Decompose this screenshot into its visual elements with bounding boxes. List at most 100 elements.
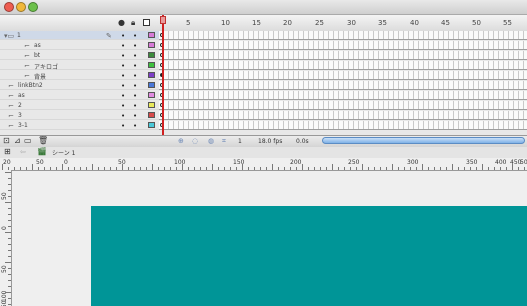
- lock-toggle[interactable]: •: [133, 32, 137, 40]
- add-guide-layer-icon[interactable]: ⊿: [14, 136, 21, 145]
- layer-outline-color-swatch[interactable]: [148, 52, 155, 58]
- visibility-toggle[interactable]: •: [121, 102, 125, 110]
- layer-outline-color-swatch[interactable]: [148, 72, 155, 78]
- layer-header[interactable]: ⌐ 3 • •: [0, 111, 159, 120]
- layer-name[interactable]: 1: [17, 32, 21, 39]
- layer-header[interactable]: ⌐ bt • •: [0, 51, 159, 60]
- layer-row[interactable]: ⌐ as • •: [0, 41, 527, 50]
- lock-toggle[interactable]: •: [133, 52, 137, 60]
- new-folder-icon[interactable]: ▭: [24, 136, 32, 145]
- layer-name[interactable]: 3-1: [18, 122, 28, 129]
- layer-row[interactable]: ⌐ as • •: [0, 91, 527, 100]
- layer-row[interactable]: ⌐ 背景 • •: [0, 71, 527, 81]
- ruler-tick: [26, 167, 27, 170]
- layer-name[interactable]: as: [18, 92, 25, 99]
- layer-frames[interactable]: [159, 111, 527, 120]
- layer-frames[interactable]: [159, 121, 527, 130]
- layer-outline-color-swatch[interactable]: [148, 32, 155, 38]
- ruler-tick: [350, 167, 351, 170]
- lock-toggle[interactable]: •: [133, 72, 137, 80]
- ruler-tick: [218, 167, 219, 170]
- layer-frames[interactable]: [159, 51, 527, 60]
- visibility-toggle[interactable]: •: [121, 62, 125, 70]
- layer-outline-color-swatch[interactable]: [148, 42, 155, 48]
- layer-name[interactable]: 背景: [34, 72, 46, 81]
- layer-header[interactable]: ⌐ as • •: [0, 91, 159, 100]
- scene-label[interactable]: シーン 1: [52, 148, 75, 157]
- layer-name[interactable]: linkBtn2: [18, 82, 43, 89]
- layer-row[interactable]: ▾▭ 1 ✎ • •: [0, 31, 527, 40]
- edit-multiple-frames-icon[interactable]: ⌗: [222, 137, 226, 146]
- layer-name[interactable]: 3: [18, 112, 22, 119]
- layer-header[interactable]: ⌐ アキロゴ • •: [0, 61, 159, 71]
- playhead[interactable]: [162, 15, 164, 135]
- close-window-button[interactable]: [4, 2, 14, 12]
- layer-row[interactable]: ⌐ 3-1 • •: [0, 121, 527, 130]
- lock-icon[interactable]: 🔒︎: [131, 18, 135, 28]
- lock-toggle[interactable]: •: [133, 102, 137, 110]
- layer-frames[interactable]: [159, 81, 527, 90]
- visibility-toggle[interactable]: •: [121, 72, 125, 80]
- ruler-tick: [92, 164, 93, 170]
- lock-toggle[interactable]: •: [133, 62, 137, 70]
- layer-name[interactable]: アキロゴ: [34, 62, 58, 71]
- visibility-toggle[interactable]: •: [121, 52, 125, 60]
- layer-outline-color-swatch[interactable]: [148, 102, 155, 108]
- onion-skin-outlines-icon[interactable]: ◍: [208, 137, 214, 145]
- layer-frames[interactable]: [159, 41, 527, 50]
- lock-toggle[interactable]: •: [133, 122, 137, 130]
- timeline-toggle-icon[interactable]: ⊞: [4, 147, 11, 156]
- ruler-tick: [14, 167, 15, 170]
- layer-header[interactable]: ⌐ as • •: [0, 41, 159, 50]
- onion-skin-icon[interactable]: ◌: [192, 137, 198, 145]
- layer-outline-color-swatch[interactable]: [148, 62, 155, 68]
- trash-icon[interactable]: 🗑︎: [38, 136, 48, 145]
- minimize-window-button[interactable]: [16, 2, 26, 12]
- layer-header[interactable]: ▾▭ 1 ✎ • •: [0, 31, 159, 40]
- layer-frames[interactable]: [159, 101, 527, 110]
- layer-outline-color-swatch[interactable]: [148, 92, 155, 98]
- lock-toggle[interactable]: •: [133, 82, 137, 90]
- layer-row[interactable]: ⌐ linkBtn2 • •: [0, 81, 527, 90]
- lock-toggle[interactable]: •: [133, 112, 137, 120]
- layer-frames[interactable]: [159, 91, 527, 100]
- new-layer-icon[interactable]: ⊡: [3, 136, 10, 145]
- visibility-toggle[interactable]: •: [121, 42, 125, 50]
- layer-outline-color-swatch[interactable]: [148, 82, 155, 88]
- layer-frames[interactable]: [159, 31, 527, 40]
- stage-canvas[interactable]: [91, 206, 527, 306]
- back-arrow-icon[interactable]: ⇦: [20, 148, 26, 156]
- visibility-toggle[interactable]: •: [121, 122, 125, 130]
- layer-row[interactable]: ⌐ 3 • •: [0, 111, 527, 120]
- layer-outline-color-swatch[interactable]: [148, 122, 155, 128]
- lock-toggle[interactable]: •: [133, 42, 137, 50]
- lock-toggle[interactable]: •: [133, 92, 137, 100]
- layer-header[interactable]: ⌐ linkBtn2 • •: [0, 81, 159, 90]
- layer-row[interactable]: ⌐ 2 • •: [0, 101, 527, 110]
- visibility-toggle[interactable]: •: [121, 112, 125, 120]
- layer-row[interactable]: ⌐ アキロゴ • •: [0, 61, 527, 71]
- visibility-toggle[interactable]: •: [121, 82, 125, 90]
- layer-row[interactable]: ⌐ bt • •: [0, 51, 527, 60]
- zoom-window-button[interactable]: [28, 2, 38, 12]
- ruler-tick: [428, 167, 429, 170]
- playhead-handle[interactable]: [160, 16, 166, 24]
- outline-icon[interactable]: [143, 19, 150, 26]
- layer-name[interactable]: bt: [34, 52, 40, 59]
- layer-header[interactable]: ⌐ 背景 • •: [0, 71, 159, 81]
- center-frame-icon[interactable]: ⊕: [178, 137, 184, 145]
- layer-header[interactable]: ⌐ 2 • •: [0, 101, 159, 110]
- layer-name[interactable]: 2: [18, 102, 22, 109]
- ruler-tick: [8, 226, 11, 227]
- visibility-toggle[interactable]: •: [121, 32, 125, 40]
- layer-frames[interactable]: [159, 61, 527, 70]
- layer-name[interactable]: as: [34, 42, 41, 49]
- layer-frames[interactable]: [159, 71, 527, 80]
- visibility-toggle[interactable]: •: [121, 92, 125, 100]
- timeline-horizontal-scrollbar[interactable]: [322, 137, 525, 144]
- eye-icon[interactable]: ●: [118, 18, 125, 27]
- layer-icon: ⌐: [24, 62, 30, 70]
- layer-header[interactable]: ⌐ 3-1 • •: [0, 121, 159, 130]
- ruler-tick: [416, 167, 417, 170]
- layer-outline-color-swatch[interactable]: [148, 112, 155, 118]
